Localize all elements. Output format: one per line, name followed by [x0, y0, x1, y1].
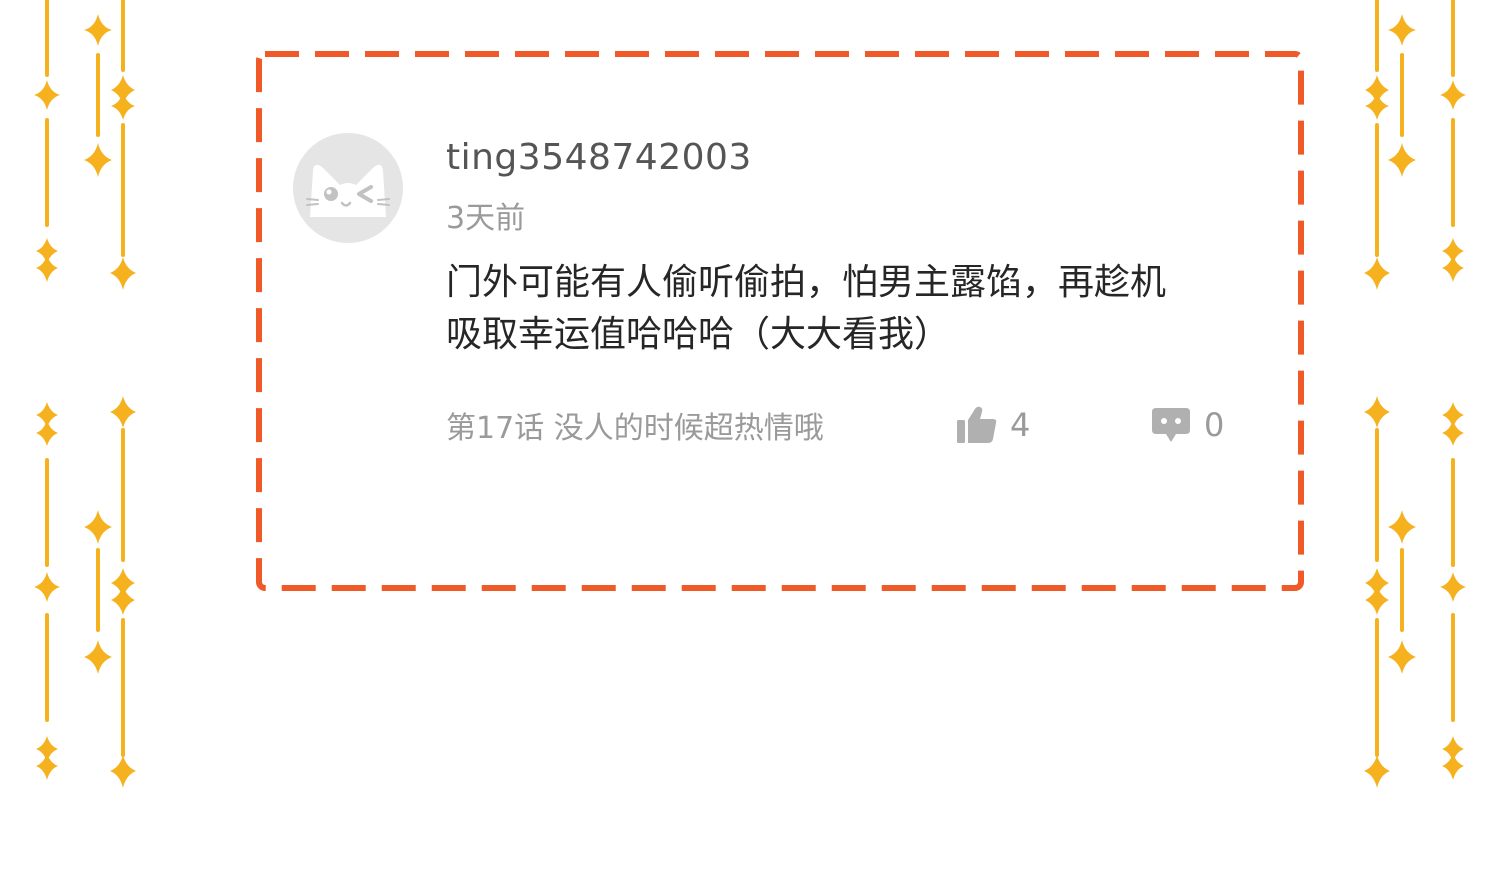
sparkle-decoration-left [34, 0, 136, 788]
reply-count: 0 [1204, 406, 1225, 444]
comment-footer: 第17话 没人的时候超热情哦 4 0 [446, 401, 1246, 449]
comment-text-line: 门外可能有人偷听偷拍，怕男主露馅，再趁机 [446, 262, 1167, 303]
username[interactable]: ting3548742003 [446, 137, 752, 178]
chapter-link[interactable]: 第17话 没人的时候超热情哦 [446, 403, 824, 447]
like-button[interactable]: 4 [956, 401, 1030, 449]
comment-card: ting3548742003 3天前 门外可能有人偷听偷拍，怕男主露馅，再趁机 … [256, 51, 1304, 591]
comment-text-line: 吸取幸运值哈哈哈（大大看我） [446, 314, 951, 355]
like-count: 4 [1010, 406, 1031, 444]
cat-face-icon [306, 164, 390, 217]
comment-time: 3天前 [446, 201, 526, 236]
avatar[interactable] [293, 133, 403, 243]
comment-text: 门外可能有人偷听偷拍，怕男主露馅，再趁机 吸取幸运值哈哈哈（大大看我） [446, 257, 1246, 361]
speech-bubble-icon [1152, 408, 1190, 442]
sparkle-decoration-right [1364, 0, 1466, 788]
reply-button[interactable]: 0 [1150, 401, 1224, 449]
thumbs-up-icon [957, 406, 997, 443]
